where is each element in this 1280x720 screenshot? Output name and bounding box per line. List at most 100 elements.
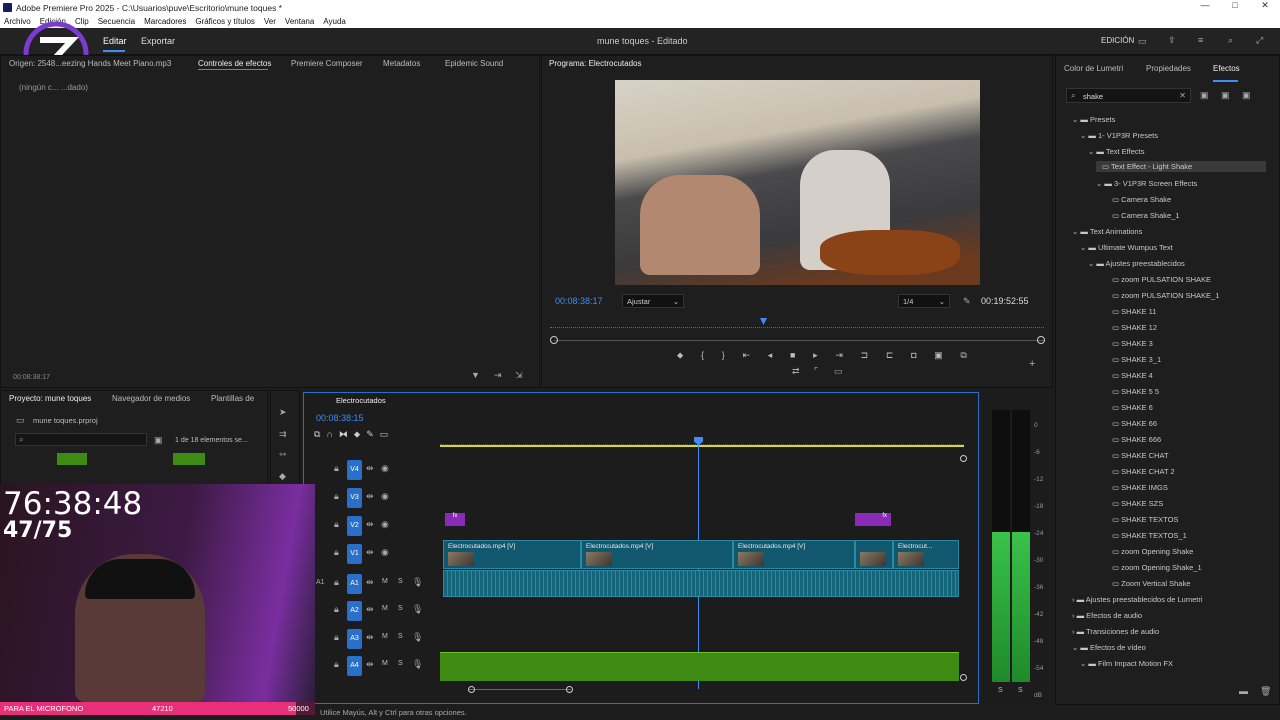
minimize-button[interactable]: —: [1190, 0, 1220, 15]
audio-thumb-1[interactable]: [57, 453, 87, 465]
workspace-label[interactable]: EDICIÓN: [1101, 36, 1134, 45]
tree-text-effect-light-shake[interactable]: ▭ Text Effect - Light Shake: [1096, 161, 1266, 172]
step-forward-icon[interactable]: ▸: [813, 350, 818, 361]
extract-icon[interactable]: ⊏: [886, 350, 894, 361]
menu-ayuda[interactable]: Ayuda: [323, 17, 346, 26]
tree-item[interactable]: ▭ zoom PULSATION SHAKE: [1112, 275, 1211, 284]
tree-item[interactable]: ▭ zoom PULSATION SHAKE_1: [1112, 291, 1219, 300]
tree-item[interactable]: ▭ zoom Opening Shake_1: [1112, 563, 1202, 572]
share-icon[interactable]: ⇪: [1168, 35, 1176, 46]
fit-select[interactable]: Ajustar ⌄: [622, 294, 684, 308]
tree-camera-shake[interactable]: ▭ Camera Shake: [1112, 195, 1171, 204]
tree-item[interactable]: ▭ SHAKE 11: [1112, 307, 1156, 316]
a4-music-clip[interactable]: [440, 652, 959, 681]
v2-clip-2[interactable]: fx: [855, 513, 891, 526]
a1-audio-clip[interactable]: [443, 570, 959, 597]
mic-icon[interactable]: 🎙︎: [412, 659, 423, 670]
eye-icon[interactable]: ◉: [381, 463, 389, 474]
marker-icon[interactable]: ⬥: [354, 429, 360, 440]
mark-out-icon[interactable]: }: [722, 350, 725, 361]
search-icon[interactable]: ⌕: [1228, 35, 1233, 46]
lock-icon[interactable]: 🔒︎: [334, 519, 339, 530]
project-search-input[interactable]: ⌕: [15, 433, 147, 446]
accelerated-effects-icon[interactable]: ▣: [1200, 90, 1209, 101]
tab-plantillas[interactable]: Plantillas de: [211, 394, 254, 403]
lock-icon[interactable]: 🔒︎: [334, 491, 339, 502]
tree-film-impact[interactable]: ⌄ ▬ Film Impact Motion FX: [1080, 659, 1173, 668]
mute-button[interactable]: M: [382, 660, 388, 667]
sync-icon[interactable]: ⇹: [366, 519, 374, 530]
mic-icon[interactable]: 🎙︎: [412, 577, 423, 588]
nest-icon[interactable]: ⧉: [314, 429, 320, 440]
lock-icon[interactable]: 🔒︎: [334, 577, 339, 588]
tree-item[interactable]: ▭ SHAKE 3_1: [1112, 355, 1161, 364]
mark-in-icon[interactable]: {: [701, 350, 704, 361]
tree-camera-shake-1[interactable]: ▭ Camera Shake_1: [1112, 211, 1180, 220]
tree-item[interactable]: ▭ SHAKE 3: [1112, 339, 1153, 348]
add-marker-icon[interactable]: ⬥: [677, 350, 683, 361]
camera-icon[interactable]: ◘: [911, 350, 916, 361]
tab-premiere-composer[interactable]: Premiere Composer: [291, 59, 363, 68]
tree-item[interactable]: ▭ SHAKE 12: [1112, 323, 1157, 332]
tree-text-animations[interactable]: ⌄ ▬ Text Animations: [1072, 227, 1142, 236]
tree-lumetri-presets[interactable]: › ▬ Ajustes preestablecidos de Lumetri: [1072, 595, 1203, 604]
solo-button[interactable]: S: [398, 578, 403, 585]
track-label[interactable]: A4: [347, 656, 362, 676]
tab-exportar[interactable]: Exportar: [141, 36, 175, 46]
tree-efectos-audio[interactable]: › ▬ Efectos de audio: [1072, 611, 1142, 620]
settings-icon[interactable]: ⇲: [515, 370, 523, 381]
zoom-bar[interactable]: [554, 340, 1044, 341]
yuv-effects-icon[interactable]: ▣: [1242, 90, 1251, 101]
track-label[interactable]: V2: [347, 516, 362, 536]
quality-select[interactable]: 1/4 ⌄: [898, 294, 950, 308]
snap-icon[interactable]: ∩: [326, 429, 332, 440]
menu-marcadores[interactable]: Marcadores: [144, 17, 186, 26]
v1-clip-4[interactable]: [855, 540, 893, 569]
solo-button[interactable]: S: [398, 605, 403, 612]
mute-button[interactable]: M: [382, 605, 388, 612]
tree-item[interactable]: ▭ SHAKE CHAT: [1112, 451, 1169, 460]
zoom-handle-right[interactable]: [1037, 336, 1045, 344]
tree-transiciones-audio[interactable]: › ▬ Transiciones de audio: [1072, 627, 1159, 636]
tab-color-lumetri[interactable]: Color de Lumetri: [1064, 64, 1123, 73]
clear-icon[interactable]: ✕: [1179, 91, 1186, 100]
solo-button[interactable]: S: [398, 633, 403, 640]
tree-item[interactable]: ▭ SHAKE IMGS: [1112, 483, 1168, 492]
track-label[interactable]: V3: [347, 488, 362, 508]
v1-clip-2[interactable]: Electrocutados.mp4 [V]: [581, 540, 733, 569]
multi-camera-icon[interactable]: ▭: [834, 366, 843, 377]
tree-item[interactable]: ▭ Zoom Vertical Shake: [1112, 579, 1190, 588]
mute-button[interactable]: M: [382, 633, 388, 640]
tree-text-effects[interactable]: ⌄ ▬ Text Effects: [1088, 147, 1144, 156]
program-tab[interactable]: Programa: Electrocutados: [549, 59, 642, 68]
tree-item[interactable]: ▭ SHAKE TEXTOS_1: [1112, 531, 1187, 540]
sync-icon[interactable]: ⇹: [366, 491, 374, 502]
solo-button[interactable]: S: [398, 660, 403, 667]
tree-efectos-video[interactable]: ⌄ ▬ Efectos de vídeo: [1072, 643, 1146, 652]
ripple-edit-icon[interactable]: ⇿: [279, 449, 287, 460]
captions-icon[interactable]: ▭: [380, 429, 389, 440]
tab-origen[interactable]: Origen: 2548...eezing Hands Meet Piano.m…: [9, 59, 171, 68]
tab-editar[interactable]: Editar: [103, 36, 127, 46]
tab-proyecto[interactable]: Proyecto: mune toques: [9, 394, 91, 403]
sync-icon[interactable]: ⇹: [366, 463, 374, 474]
filter-icon[interactable]: ▼: [471, 370, 480, 380]
workspaces-icon[interactable]: ▭: [1138, 36, 1147, 47]
scroll-handle-right[interactable]: [566, 686, 573, 693]
sync-icon[interactable]: ⇹: [366, 577, 374, 588]
source-patch-a1[interactable]: A1: [316, 579, 325, 586]
close-button[interactable]: ✕: [1250, 0, 1280, 15]
wrench-icon[interactable]: ✎: [963, 296, 971, 307]
tree-ultimate-wumpus[interactable]: ⌄ ▬ Ultimate Wumpus Text: [1080, 243, 1173, 252]
new-bin-icon[interactable]: ▬: [1239, 686, 1248, 696]
sync-icon[interactable]: ⇹: [366, 604, 374, 615]
32bit-effects-icon[interactable]: ▣: [1221, 90, 1230, 101]
tree-presets[interactable]: ⌄ ▬ Presets: [1072, 115, 1115, 124]
lift-icon[interactable]: ⊐: [861, 350, 869, 361]
trash-icon[interactable]: 🗑︎: [1260, 686, 1271, 697]
stop-icon[interactable]: ■: [790, 350, 795, 361]
eye-icon[interactable]: ◉: [381, 547, 389, 558]
sync-icon[interactable]: ⇹: [366, 659, 374, 670]
tree-item[interactable]: ▭ SHAKE 5 5: [1112, 387, 1159, 396]
tab-metadatos[interactable]: Metadatos: [383, 59, 420, 68]
